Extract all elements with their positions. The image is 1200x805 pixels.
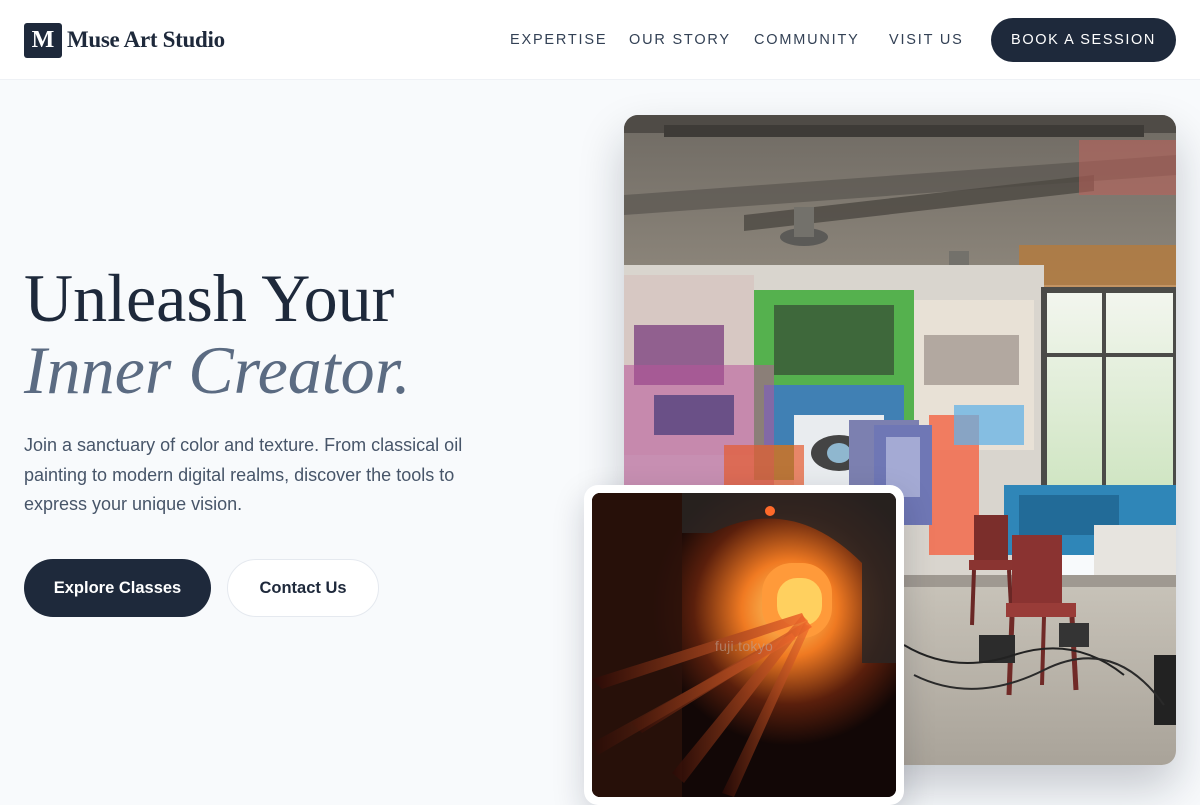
hero-description: Join a sanctuary of color and texture. F… bbox=[24, 435, 463, 514]
nav-link-visit-us[interactable]: VISIT US bbox=[889, 30, 964, 50]
brand-logo[interactable]: M Muse Art Studio bbox=[24, 22, 225, 58]
furnace-photo: fuji.tokyo bbox=[592, 493, 896, 797]
logo-mark-icon: M bbox=[24, 22, 62, 58]
book-session-button[interactable]: BOOK A SESSION bbox=[991, 18, 1176, 62]
site-header: M Muse Art Studio EXPERTISE OUR STORY CO… bbox=[0, 0, 1200, 80]
hero-title-line1: Unleash Your bbox=[24, 260, 395, 336]
nav-link-expertise[interactable]: EXPERTISE bbox=[510, 30, 607, 50]
hero-title-line2: Inner Creator. bbox=[24, 332, 411, 408]
hero-title: Unleash Your Inner Creator. bbox=[24, 262, 411, 406]
photo-watermark: fuji.tokyo bbox=[714, 638, 774, 654]
nav-link-our-story[interactable]: OUR STORY bbox=[629, 30, 731, 50]
explore-classes-button[interactable]: Explore Classes bbox=[24, 559, 211, 617]
contact-us-button[interactable]: Contact Us bbox=[227, 559, 379, 617]
furnace-photo-card: fuji.tokyo bbox=[584, 485, 904, 805]
nav-link-community[interactable]: COMMUNITY bbox=[754, 30, 860, 50]
brand-name: Muse Art Studio bbox=[67, 27, 225, 52]
